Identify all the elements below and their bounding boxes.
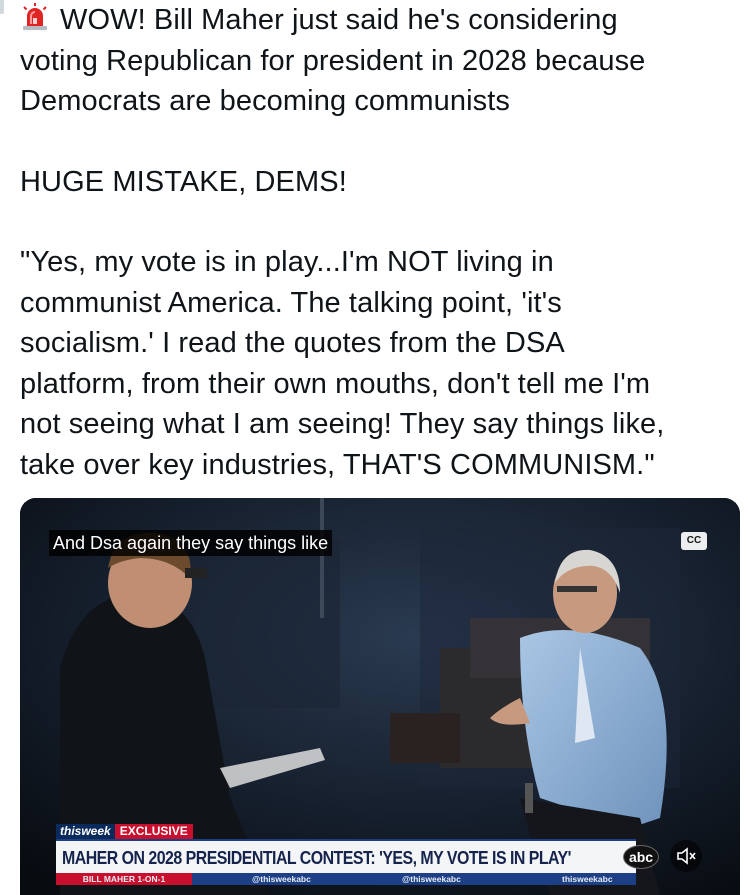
tweet-line-10: take over key industries, THAT'S COMMUNI… <box>20 448 655 481</box>
police-siren-icon <box>20 2 50 32</box>
abc-network-logo: abc <box>623 845 659 869</box>
tweet-line-4: HUGE MISTAKE, DEMS! <box>20 165 347 198</box>
news-lower-third: thisweek EXCLUSIVE MAHER ON 2028 PRESIDE… <box>56 824 712 886</box>
closed-caption: And Dsa again they say things like <box>49 530 333 556</box>
show-logo: thisweek <box>56 824 115 839</box>
x-handle: @thisweekabc <box>252 874 311 884</box>
headline-text: MAHER ON 2028 PRESIDENTIAL CONTEST: 'YES… <box>62 847 571 868</box>
tweet-line-9: not seeing what I am seeing! They say th… <box>20 408 665 440</box>
tweet-line-8: platform, from their own mouths, don't t… <box>20 367 651 400</box>
tweet-line-6: communist America. The talking point, 'i… <box>20 286 562 319</box>
tweet-line-5: "Yes, my vote is in play...I'm NOT livin… <box>20 246 554 278</box>
closed-captions-button[interactable]: CC <box>681 532 707 550</box>
exclusive-tag: EXCLUSIVE <box>114 824 193 839</box>
info-ticker: BILL MAHER 1-ON-1 @thisweekabc @thisweek… <box>56 873 636 885</box>
lower-third-tags: thisweek EXCLUSIVE <box>56 824 193 839</box>
tweet-line-2: voting Republican for president in 2028 … <box>20 44 646 77</box>
video-player[interactable]: And Dsa again they say things like CC th… <box>20 498 740 895</box>
thread-line <box>0 0 4 14</box>
tweet-line-7: socialism.' I read the quotes from the D… <box>20 327 565 359</box>
facebook-handle: thisweekabc <box>562 874 613 884</box>
tweet-line-3: Democrats are becoming communists <box>20 85 511 117</box>
speaker-muted-icon[interactable] <box>670 840 702 872</box>
headline-bar: MAHER ON 2028 PRESIDENTIAL CONTEST: 'YES… <box>56 839 636 873</box>
tweet-text: WOW! Bill Maher just said he's consideri… <box>20 0 735 485</box>
segment-label: BILL MAHER 1-ON-1 <box>56 873 192 885</box>
instagram-handle: @thisweekabc <box>402 874 461 884</box>
tweet-line-1: WOW! Bill Maher just said he's consideri… <box>20 0 735 41</box>
